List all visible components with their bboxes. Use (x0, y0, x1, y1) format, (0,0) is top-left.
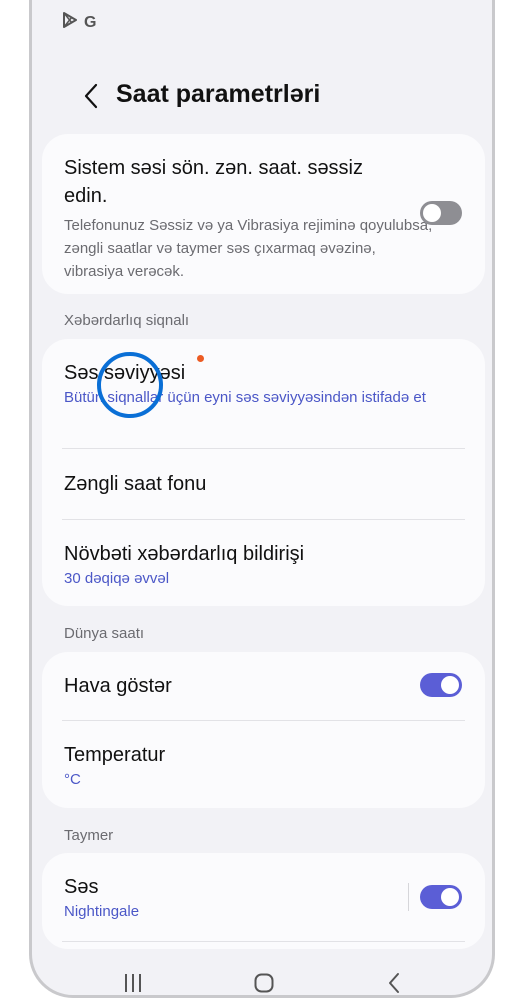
toggle-knob (441, 676, 459, 694)
navigation-bar (32, 964, 492, 995)
show-weather-title: Hava göstər (64, 675, 172, 697)
system-sound-card: Sistem səsi sön. zən. saat. səssiz edin.… (42, 134, 485, 294)
alarm-background-row[interactable]: Zəngli saat fonu (42, 449, 485, 519)
temperature-title: Temperatur (64, 744, 166, 766)
page-title: Saat parametrləri (116, 80, 321, 108)
toggle-knob (441, 888, 459, 906)
google-icon: G (84, 13, 97, 31)
section-header-world-clock: Dünya saatı (64, 625, 145, 642)
chevron-left-icon (84, 83, 98, 109)
alarm-background-title: Zəngli saat fonu (64, 473, 207, 495)
new-badge-dot (197, 355, 204, 362)
show-weather-row[interactable]: Hava göstər (42, 652, 485, 720)
system-sound-description: Telefonunuz Səssiz və ya Vibrasiya rejim… (64, 217, 433, 280)
toggle-knob (423, 204, 441, 222)
home-icon[interactable] (253, 972, 275, 994)
timer-card: Səs Nightingale (42, 853, 485, 949)
app-header: Saat parametrləri (32, 74, 492, 118)
back-nav-icon[interactable] (386, 972, 402, 994)
recent-apps-icon[interactable] (122, 972, 144, 994)
timer-sound-title: Səs (64, 876, 99, 898)
status-bar: G (62, 12, 96, 33)
system-sound-toggle[interactable] (420, 201, 462, 225)
system-sound-title: Sistem səsi sön. zən. saat. səssiz edin. (64, 157, 364, 207)
back-button[interactable] (76, 80, 106, 112)
touch-indicator (97, 352, 163, 418)
next-alert-title: Növbəti xəbərdarlıq bildirişi (64, 543, 305, 565)
divider (62, 941, 465, 942)
next-alert-row[interactable]: Növbəti xəbərdarlıq bildirişi 30 dəqiqə … (42, 520, 485, 590)
next-alert-subtitle: 30 dəqiqə əvvəl (64, 570, 170, 587)
timer-sound-row[interactable]: Səs Nightingale (42, 853, 485, 923)
temperature-subtitle: °C (64, 771, 81, 788)
temperature-row[interactable]: Temperatur °C (42, 721, 485, 791)
play-store-icon (62, 12, 78, 33)
world-clock-card: Hava göstər Temperatur °C (42, 652, 485, 808)
section-header-alarm: Xəbərdarlıq siqnalı (64, 312, 190, 329)
timer-sound-toggle[interactable] (420, 885, 462, 909)
timer-sound-subtitle: Nightingale (64, 903, 140, 920)
vertical-divider (408, 883, 409, 911)
show-weather-toggle[interactable] (420, 673, 462, 697)
section-header-timer: Taymer (64, 827, 114, 844)
phone-frame: G Saat parametrləri Sistem səsi sön. zən… (29, 0, 495, 998)
system-sound-row[interactable]: Sistem səsi sön. zən. saat. səssiz edin.… (42, 134, 485, 283)
